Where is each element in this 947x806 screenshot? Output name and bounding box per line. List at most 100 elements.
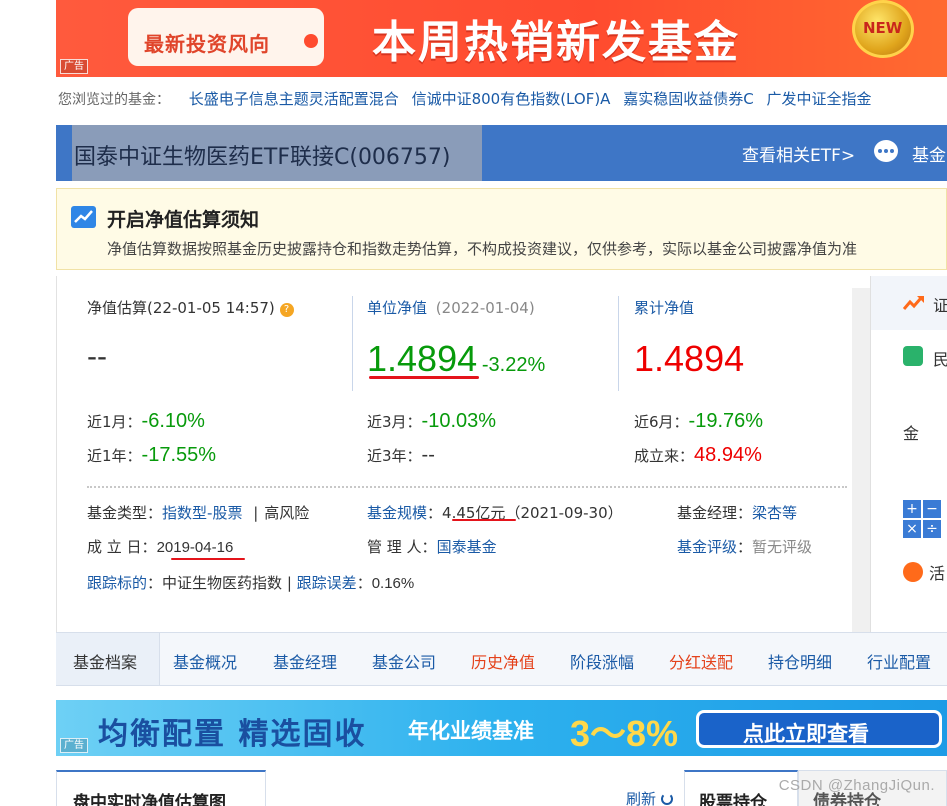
unit-nav-title: 单位净值 xyxy=(367,299,428,317)
fire-icon xyxy=(903,562,923,582)
recent-fund-link[interactable]: 信诚中证800有色指数(LOF)A xyxy=(412,90,611,108)
fund-rating-value: 暂无评级 xyxy=(752,538,813,556)
estimate-notice: 开启净值估算须知 净值估算数据按照基金历史披露持仓和指数走势估算，不构成投资建议… xyxy=(56,188,947,270)
fund-rating-link[interactable]: 基金评级 xyxy=(677,538,737,556)
ad-tag: 广告 xyxy=(60,59,88,74)
panel-scrollbar[interactable] xyxy=(852,288,870,632)
watermark: CSDN @ZhangJiQun. xyxy=(778,777,935,794)
tab-holdings[interactable]: 持仓明细 xyxy=(768,649,832,673)
ad-rate: 3～8% xyxy=(570,713,679,754)
fund-type-link[interactable]: 指数型-股票 xyxy=(162,504,242,522)
tab-industry[interactable]: 行业配置 xyxy=(867,649,931,673)
ad-cta-label: 点此立即查看 xyxy=(743,722,869,746)
fund-info-panel: 净值估算(22-01-05 14:57) ? -- 单位净值 (2022-01-… xyxy=(56,276,870,632)
new-badge-text: NEW xyxy=(863,19,903,37)
unit-nav-row: 1.4894 -3.22% xyxy=(367,338,545,380)
cum-nav-label: 累计净值 xyxy=(634,299,695,317)
unit-nav-change: -3.22% xyxy=(481,354,546,376)
fund-manager-row: 基金经理：梁杏等 xyxy=(677,504,798,522)
risk-level: 高风险 xyxy=(264,504,310,522)
nav-estimate-label-text: 净值估算(22-01-05 14:57) xyxy=(87,299,275,317)
cum-nav-value: 1.4894 xyxy=(634,338,745,379)
ad-subtitle: 年化业绩基准 xyxy=(408,719,534,743)
stock-chart-icon xyxy=(902,294,925,312)
tab-overview[interactable]: 基金概况 xyxy=(173,649,237,673)
bottom-ad-banner[interactable]: 均衡配置 精选固收 年化业绩基准 3～8% 点此立即查看 广告 xyxy=(56,700,947,756)
return-3m: 近3月：-10.03% xyxy=(367,410,497,432)
tab-managers[interactable]: 基金经理 xyxy=(273,649,337,673)
recently-viewed-label: 您浏览过的基金： xyxy=(58,92,170,108)
trend-chart-icon xyxy=(71,206,96,228)
unit-nav-label: 单位净值 (2022-01-04) xyxy=(367,297,535,318)
chat-icon[interactable] xyxy=(874,140,898,162)
notice-text: 净值估算数据按照基金历史披露持仓和指数走势估算，不构成投资建议，仅供参考，实际以… xyxy=(107,240,858,258)
recent-fund-link[interactable]: 长盛电子信息主题灵活配置混合 xyxy=(189,90,399,108)
dotted-divider xyxy=(87,486,847,488)
realtime-estimate-tab[interactable]: 盘中实时净值估算图 xyxy=(56,770,266,806)
ad-pill: 最新投资风向 xyxy=(128,8,324,66)
established-row: 成 立 日：2019-04-16 xyxy=(87,538,234,556)
tracking-target-link[interactable]: 跟踪标的 xyxy=(87,574,147,592)
new-badge-icon: NEW xyxy=(852,0,914,58)
top-ad-banner[interactable]: 最新投资风向 本周热销新发基金 NEW 广告 xyxy=(56,0,947,77)
sidebar-item-1[interactable]: 证 xyxy=(871,276,947,330)
nav-estimate-value: -- xyxy=(87,340,107,373)
annotation-underline xyxy=(369,376,479,379)
fund-tabs-bar: 基金档案 基金概况 基金经理 基金公司 历史净值 阶段涨幅 分红送配 持仓明细 … xyxy=(56,632,947,686)
ad-headline: 本周热销新发基金 xyxy=(372,17,740,68)
recently-viewed-bar: 您浏览过的基金： 长盛电子信息主题灵活配置混合 信诚中证800有色指数(LOF)… xyxy=(58,88,947,112)
fund-type-row: 基金类型：指数型-股票 | 高风险 xyxy=(87,504,310,522)
calculator-icon[interactable]: + − × ÷ xyxy=(903,500,941,538)
fund-scale-link[interactable]: 基金规模 xyxy=(367,504,427,522)
fund-manager-link[interactable]: 梁杏等 xyxy=(752,504,797,522)
dot-icon xyxy=(304,34,318,48)
admin-row: 管 理 人：国泰基金 xyxy=(367,538,497,556)
sidebar-item-3-label[interactable]: 金 xyxy=(903,420,919,444)
unit-nav-date: (2022-01-04) xyxy=(435,299,535,317)
annotation-underline xyxy=(171,558,245,560)
right-sidebar: 证 民 金 + − × ÷ 活 xyxy=(870,276,947,632)
unit-nav-value: 1.4894 xyxy=(367,338,478,379)
fund-bar-link[interactable]: 基金 xyxy=(912,141,946,166)
tracking-error-value: 0.16% xyxy=(371,575,415,592)
return-1y: 近1年：-17.55% xyxy=(87,444,217,466)
notice-title: 开启净值估算须知 xyxy=(107,209,260,231)
tracking-error-link[interactable]: 跟踪误差 xyxy=(297,574,357,592)
recent-fund-link[interactable]: 嘉实稳固收益债券C xyxy=(623,90,753,108)
sidebar-item-4-label[interactable]: 活 xyxy=(929,560,945,584)
tab-stock-holdings-label: 股票持仓 xyxy=(699,793,767,806)
shield-icon xyxy=(903,346,923,366)
divider xyxy=(352,296,353,391)
tab-dividends[interactable]: 分红送配 xyxy=(669,649,733,673)
refresh-button[interactable]: 刷新 xyxy=(626,788,673,806)
return-3y: 近3年：-- xyxy=(367,444,435,466)
ad-pill-text: 最新投资风向 xyxy=(144,32,270,56)
return-since-inception: 成立来：48.94% xyxy=(634,444,762,466)
fund-company-link[interactable]: 国泰基金 xyxy=(437,538,497,556)
fund-scale-date: （2021-09-30） xyxy=(505,504,623,522)
annotation-underline xyxy=(452,519,516,521)
tab-history-nav[interactable]: 历史净值 xyxy=(471,649,535,673)
rating-row: 基金评级：暂无评级 xyxy=(677,538,813,556)
fund-title-bar: 国泰中证生物医药ETF联接C(006757) 查看相关ETF> 基金 xyxy=(56,125,947,181)
tab-fund-archive[interactable]: 基金档案 xyxy=(73,649,137,673)
nav-estimate-label: 净值估算(22-01-05 14:57) ? xyxy=(87,297,294,318)
divider xyxy=(618,296,619,391)
tab-stage-returns[interactable]: 阶段涨幅 xyxy=(570,649,634,673)
related-etf-link[interactable]: 查看相关ETF> xyxy=(742,141,855,166)
ad-title: 均衡配置 精选固收 xyxy=(98,717,367,752)
sidebar-item-2-label[interactable]: 民 xyxy=(933,346,947,370)
tab-company[interactable]: 基金公司 xyxy=(372,649,436,673)
fund-name: 国泰中证生物医药ETF联接C(006757) xyxy=(74,145,451,170)
sidebar-item-1-label: 证 xyxy=(933,296,947,315)
recent-fund-link[interactable]: 广发中证全指金 xyxy=(766,90,871,108)
return-6m: 近6月：-19.76% xyxy=(634,410,764,432)
tracking-target-value: 中证生物医药指数 xyxy=(162,574,283,592)
return-1m: 近1月：-6.10% xyxy=(87,410,205,432)
established-date: 2019-04-16 xyxy=(156,539,234,556)
ad-tag: 广告 xyxy=(60,738,88,753)
info-tip-icon[interactable]: ? xyxy=(279,303,294,317)
realtime-estimate-label: 盘中实时净值估算图 xyxy=(73,793,226,806)
refresh-icon xyxy=(660,793,673,805)
ad-cta-button[interactable]: 点此立即查看 xyxy=(696,710,942,748)
